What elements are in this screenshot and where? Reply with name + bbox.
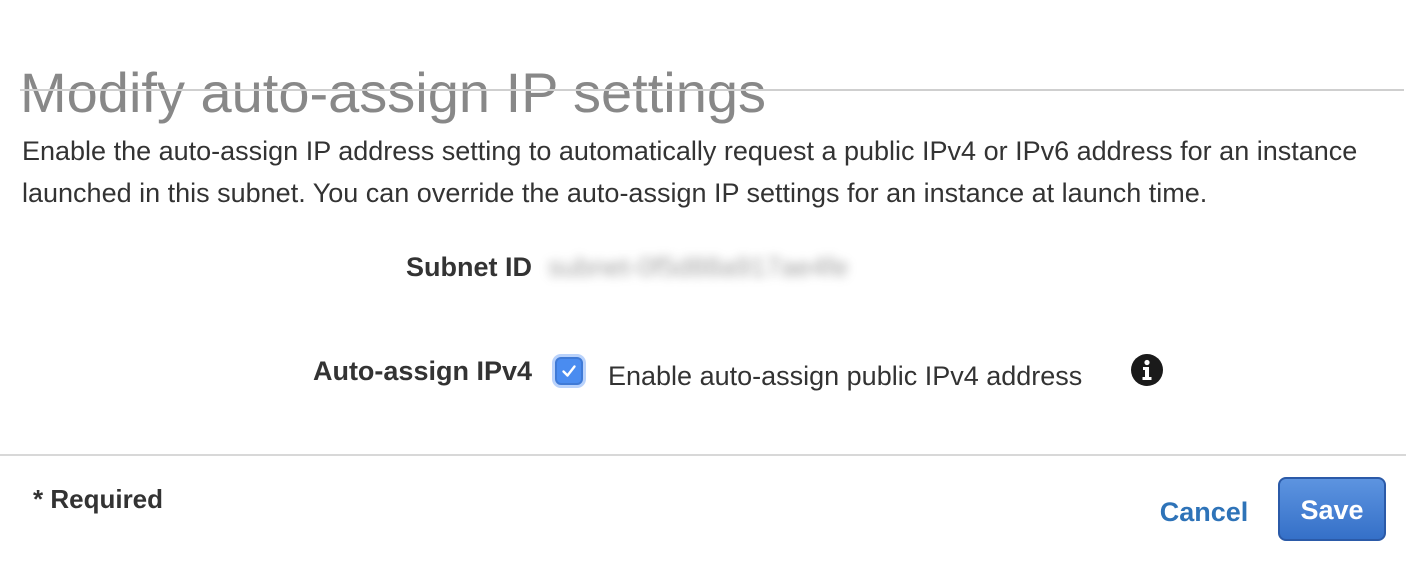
required-note: * Required [33,484,164,514]
checkmark-icon [562,365,576,377]
save-button[interactable]: Save [1278,477,1386,541]
title-divider [20,89,1404,91]
auto-assign-ipv4-checkbox-label[interactable]: Enable auto-assign public IPv4 address [608,359,1082,393]
subnet-id-value: subnet-0f5d88a917ae4fe [548,252,849,282]
footer-divider [0,454,1406,456]
cancel-button[interactable]: Cancel [1150,490,1258,532]
subnet-id-label: Subnet ID [406,252,532,282]
dialog-description: Enable the auto-assign IP address settin… [22,136,1358,208]
page-title: Modify auto-assign IP settings [20,60,767,124]
auto-assign-ipv4-label: Auto-assign IPv4 [312,356,532,386]
info-icon[interactable] [1131,354,1163,386]
auto-assign-ipv4-checkbox[interactable] [555,357,583,385]
